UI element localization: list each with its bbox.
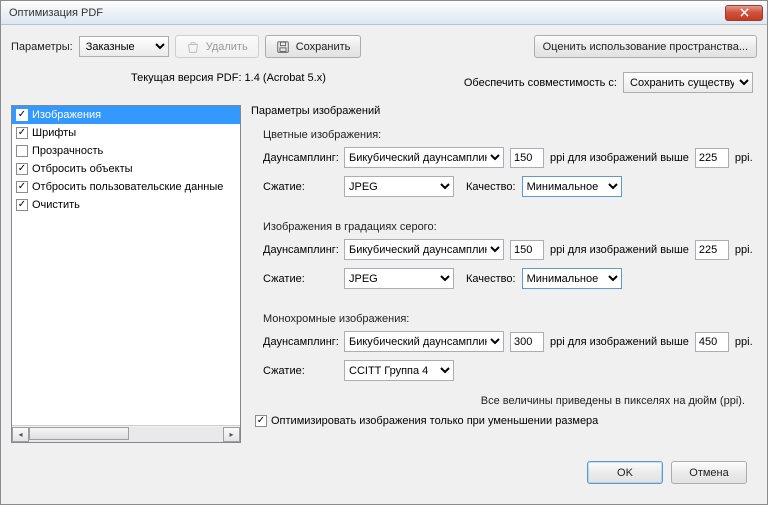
sidebar-item-5[interactable]: Очистить [12,196,240,214]
scroll-left-arrow[interactable]: ◂ [12,427,29,442]
color-quality-select[interactable]: Минимальное [522,176,622,197]
close-icon [740,8,749,17]
ppi-above-label: ppi для изображений выше [550,152,689,164]
sidebar-item-label: Очистить [32,199,80,211]
sidebar-item-4[interactable]: Отбросить пользовательские данные [12,178,240,196]
delete-button: Удалить [175,35,259,58]
mono-above-input[interactable] [695,332,729,352]
optimize-downscale-checkbox[interactable] [255,415,267,427]
optimize-downscale-label: Оптимизировать изображения только при ум… [271,415,598,427]
scroll-right-arrow[interactable]: ▸ [223,427,240,442]
sidebar-item-label: Отбросить пользовательские данные [32,181,223,193]
color-head: Цветные изображения: [263,129,757,141]
mono-compression-select[interactable]: CCITT Группа 4 [344,360,454,381]
window-title: Оптимизация PDF [5,7,725,19]
gray-compression-select[interactable]: JPEG [344,268,454,289]
gray-quality-select[interactable]: Минимальное [522,268,622,289]
ppi-unit: ppi. [735,152,753,164]
gray-ppi-input[interactable] [510,240,544,260]
categories-listbox[interactable]: Изображения Шрифты Прозрачность Отбросить о… [11,105,241,443]
params-combo[interactable]: Заказные [79,36,169,57]
mono-downsample-select[interactable]: Бикубический даунсамплинг [344,331,504,352]
listbox-hscrollbar[interactable]: ◂ ▸ [12,425,240,442]
titlebar: Оптимизация PDF [1,1,767,25]
gray-head: Изображения в градациях серого: [263,221,757,233]
sidebar-checkbox[interactable] [16,199,28,211]
compat-combo[interactable]: Сохранить существующ [623,72,753,93]
sidebar-item-label: Отбросить объекты [32,163,133,175]
panel-title: Параметры изображений [251,105,757,117]
params-label: Параметры: [11,41,73,53]
sidebar-checkbox[interactable] [16,109,28,121]
mono-head: Монохромные изображения: [263,313,757,325]
close-button[interactable] [725,5,763,21]
sidebar-checkbox[interactable] [16,127,28,139]
color-compression-select[interactable]: JPEG [344,176,454,197]
sidebar-item-3[interactable]: Отбросить объекты [12,160,240,178]
compression-label: Сжатие: [263,181,338,193]
save-button[interactable]: Сохранить [265,35,362,58]
sidebar-item-0[interactable]: Изображения [12,106,240,124]
color-ppi-input[interactable] [510,148,544,168]
scrollbar-thumb[interactable] [29,427,129,440]
color-above-input[interactable] [695,148,729,168]
downsample-label: Даунсамплинг: [263,152,338,164]
ppi-note: Все величины приведены в пикселях на дюй… [251,395,745,407]
ok-button[interactable]: OK [587,461,663,484]
assess-space-button[interactable]: Оценить использование пространства... [534,35,757,58]
sidebar-item-label: Изображения [32,109,101,121]
save-icon [276,40,290,54]
sidebar-item-1[interactable]: Шрифты [12,124,240,142]
sidebar-item-2[interactable]: Прозрачность [12,142,240,160]
quality-label: Качество: [466,181,516,193]
gray-above-input[interactable] [695,240,729,260]
sidebar-checkbox[interactable] [16,181,28,193]
sidebar-checkbox[interactable] [16,163,28,175]
trash-icon [186,40,200,54]
color-downsample-select[interactable]: Бикубический даунсамплинг [344,147,504,168]
mono-ppi-input[interactable] [510,332,544,352]
sidebar-checkbox[interactable] [16,145,28,157]
cancel-button[interactable]: Отмена [671,461,747,484]
sidebar-item-label: Шрифты [32,127,76,139]
gray-downsample-select[interactable]: Бикубический даунсамплинг [344,239,504,260]
compat-label: Обеспечить совместимость с: [464,77,617,89]
sidebar-item-label: Прозрачность [32,145,103,157]
current-version-label: Текущая версия PDF: 1.4 (Acrobat 5.x) [131,72,326,93]
